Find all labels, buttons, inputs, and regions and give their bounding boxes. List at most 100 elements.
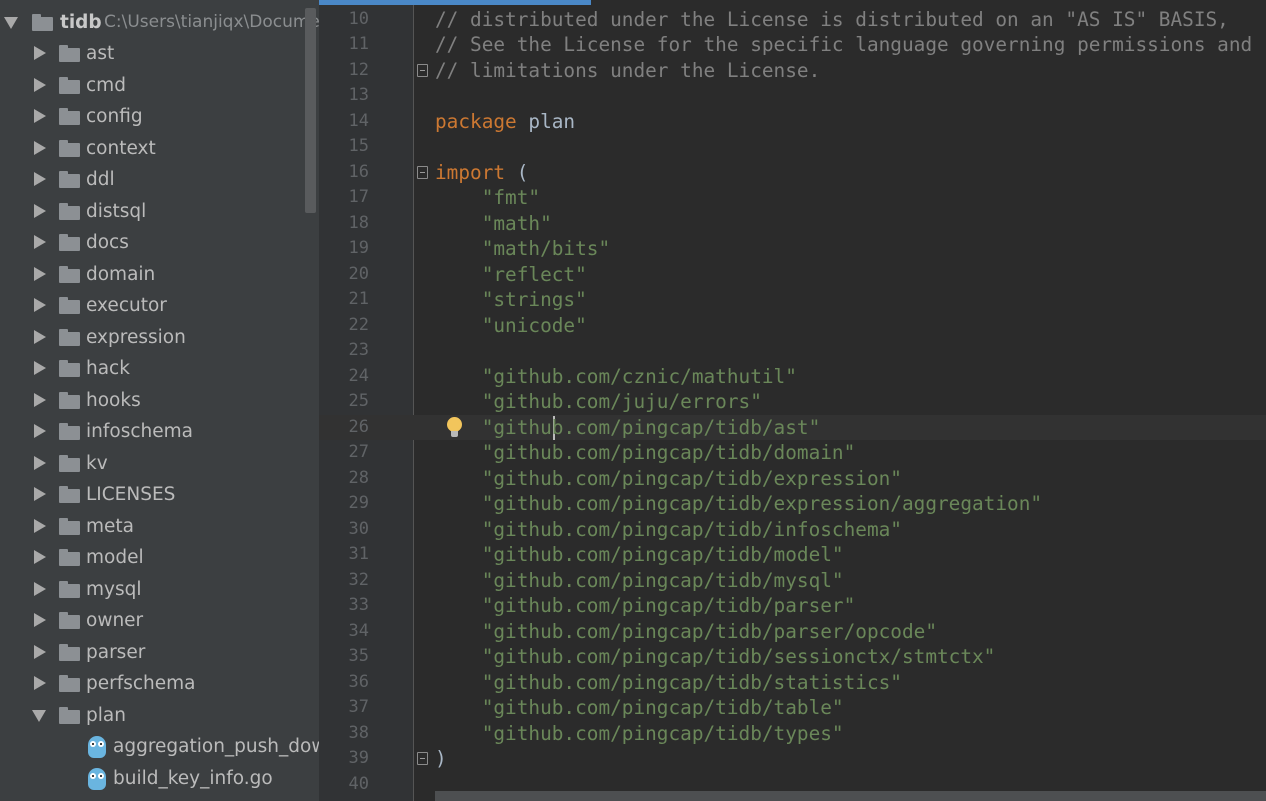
tree-folder-infoschema[interactable]: infoschema: [0, 416, 319, 447]
tree-folder-hooks[interactable]: hooks: [0, 385, 319, 416]
tree-folder-context[interactable]: context: [0, 133, 319, 164]
code-token: // distributed under the License is dist…: [435, 7, 1229, 31]
tree-folder-hack[interactable]: hack: [0, 353, 319, 384]
code-line[interactable]: 14 package plan: [319, 109, 1266, 135]
code-line[interactable]: 31 "github.com/pingcap/tidb/model": [319, 542, 1266, 568]
code-line[interactable]: 17 "fmt": [319, 185, 1266, 211]
chevron-right-icon[interactable]: [34, 424, 46, 438]
tree-folder-parser[interactable]: parser: [0, 637, 319, 668]
chevron-right-icon[interactable]: [34, 487, 46, 501]
code-line[interactable]: 36 "github.com/pingcap/tidb/statistics": [319, 670, 1266, 696]
chevron-right-icon[interactable]: [34, 676, 46, 690]
chevron-right-icon[interactable]: [34, 392, 46, 407]
code-line[interactable]: 16 import (: [319, 160, 1266, 186]
code-line[interactable]: 35 "github.com/pingcap/tidb/sessionctx/s…: [319, 644, 1266, 670]
tree-folder-perfschema[interactable]: perfschema: [0, 668, 319, 699]
chevron-right-icon[interactable]: [34, 46, 46, 60]
tree-folder-config[interactable]: config: [0, 101, 319, 132]
code-editor[interactable]: 10 // distributed under the License is di…: [319, 0, 1266, 801]
code-line[interactable]: 24 "github.com/cznic/mathutil": [319, 364, 1266, 390]
tree-folder-mysql[interactable]: mysql: [0, 574, 319, 605]
line-number: 21: [348, 289, 369, 309]
code-line[interactable]: 22 "unicode": [319, 313, 1266, 339]
chevron-right-icon[interactable]: [34, 613, 46, 627]
tree-folder-kv[interactable]: kv: [0, 448, 319, 479]
fold-marker-icon[interactable]: [417, 752, 428, 765]
line-number: 35: [348, 646, 369, 666]
code-line[interactable]: 12 // limitations under the License.: [319, 58, 1266, 84]
chevron-right-icon[interactable]: [34, 203, 46, 218]
chevron-right-icon[interactable]: [34, 361, 46, 375]
folder-label: cmd: [86, 74, 126, 96]
tree-file[interactable]: aggregation_push_down_: [0, 731, 319, 762]
horizontal-scrollbar[interactable]: [435, 791, 1266, 801]
tree-folder-cmd[interactable]: cmd: [0, 70, 319, 101]
tree-folder-distsql[interactable]: distsql: [0, 196, 319, 227]
code-line[interactable]: 34 "github.com/pingcap/tidb/parser/opcod…: [319, 619, 1266, 645]
code-line[interactable]: 26 "github.com/pingcap/tidb/ast": [319, 414, 1266, 440]
tree-folder-ddl[interactable]: ddl: [0, 164, 319, 195]
code-line[interactable]: 21 "strings": [319, 287, 1266, 313]
code-line[interactable]: 29 "github.com/pingcap/tidb/expression/a…: [319, 491, 1266, 517]
code-line[interactable]: 38 "github.com/pingcap/tidb/types": [319, 721, 1266, 747]
code-line[interactable]: 33 "github.com/pingcap/tidb/parser": [319, 593, 1266, 619]
chevron-right-icon[interactable]: [34, 581, 46, 596]
code-line[interactable]: 11 // See the License for the specific la…: [319, 32, 1266, 58]
code-line[interactable]: 19 "math/bits": [319, 236, 1266, 262]
chevron-right-icon[interactable]: [34, 329, 46, 344]
chevron-right-icon[interactable]: [34, 518, 46, 533]
code-token: "github.com/juju/errors": [435, 390, 762, 413]
tree-folder-meta[interactable]: meta: [0, 511, 319, 542]
code-line[interactable]: 15: [319, 134, 1266, 160]
code-line[interactable]: 30 "github.com/pingcap/tidb/infoschema": [319, 517, 1266, 543]
chevron-right-icon[interactable]: [34, 550, 46, 564]
code-line[interactable]: 27 "github.com/pingcap/tidb/domain": [319, 440, 1266, 466]
tree-folder-executor[interactable]: executor: [0, 290, 319, 321]
chevron-down-icon[interactable]: [32, 709, 46, 722]
line-number: 20: [348, 263, 369, 284]
code-line[interactable]: 37 "github.com/pingcap/tidb/table": [319, 695, 1266, 721]
code-token: "github.com/pingcap/tidb/infoschema": [435, 517, 902, 541]
tree-folder-expression[interactable]: expression: [0, 322, 319, 353]
folder-label: docs: [86, 232, 129, 253]
code-line[interactable]: 20 "reflect": [319, 262, 1266, 288]
code-line[interactable]: 32 "github.com/pingcap/tidb/mysql": [319, 568, 1266, 594]
fold-marker-icon[interactable]: [417, 63, 428, 77]
code-line[interactable]: 13: [319, 83, 1266, 109]
code-text: "github.com/pingcap/tidb/expression": [435, 466, 902, 492]
chevron-right-icon[interactable]: [34, 140, 46, 155]
tree-file[interactable]: build_key_info.go: [0, 763, 319, 794]
tree-folder-docs[interactable]: docs: [0, 227, 319, 258]
tree-folder-ast[interactable]: ast: [0, 38, 319, 69]
tree-folder-licenses[interactable]: LICENSES: [0, 479, 319, 510]
project-tree-scrollbar[interactable]: [305, 8, 316, 213]
code-line[interactable]: 39): [319, 746, 1266, 772]
tree-folder-owner[interactable]: owner: [0, 605, 319, 636]
tree-folder-domain[interactable]: domain: [0, 259, 319, 290]
chevron-right-icon[interactable]: [34, 298, 46, 312]
code-text: // distributed under the License is dist…: [435, 7, 1229, 33]
chevron-right-icon[interactable]: [34, 235, 46, 249]
folder-icon: [59, 45, 80, 62]
fold-marker-icon[interactable]: [417, 165, 428, 179]
chevron-right-icon[interactable]: [34, 77, 46, 92]
code-line[interactable]: 28 "github.com/pingcap/tidb/expression": [319, 466, 1266, 492]
chevron-right-icon[interactable]: [34, 455, 46, 470]
code-line[interactable]: 25 "github.com/juju/errors": [319, 389, 1266, 415]
tree-folder-plan[interactable]: plan: [0, 700, 319, 731]
chevron-right-icon[interactable]: [34, 266, 46, 281]
chevron-right-icon[interactable]: [34, 644, 46, 659]
code-text: "reflect": [435, 262, 587, 288]
chevron-down-icon[interactable]: [4, 16, 18, 29]
chevron-right-icon[interactable]: [34, 109, 46, 123]
tree-root[interactable]: tidb C:\Users\tianjiqx\Docume: [0, 7, 319, 38]
tree-folder-model[interactable]: model: [0, 542, 319, 573]
chevron-right-icon[interactable]: [34, 172, 46, 186]
code-line[interactable]: 18 "math": [319, 211, 1266, 237]
folder-icon: [59, 517, 80, 535]
code-line[interactable]: 10 // distributed under the License is di…: [319, 7, 1266, 33]
code-line[interactable]: 23: [319, 338, 1266, 364]
code-text: "strings": [435, 287, 587, 313]
code-token: "math/bits": [435, 237, 611, 260]
code-text: "github.com/pingcap/tidb/types": [435, 721, 844, 747]
